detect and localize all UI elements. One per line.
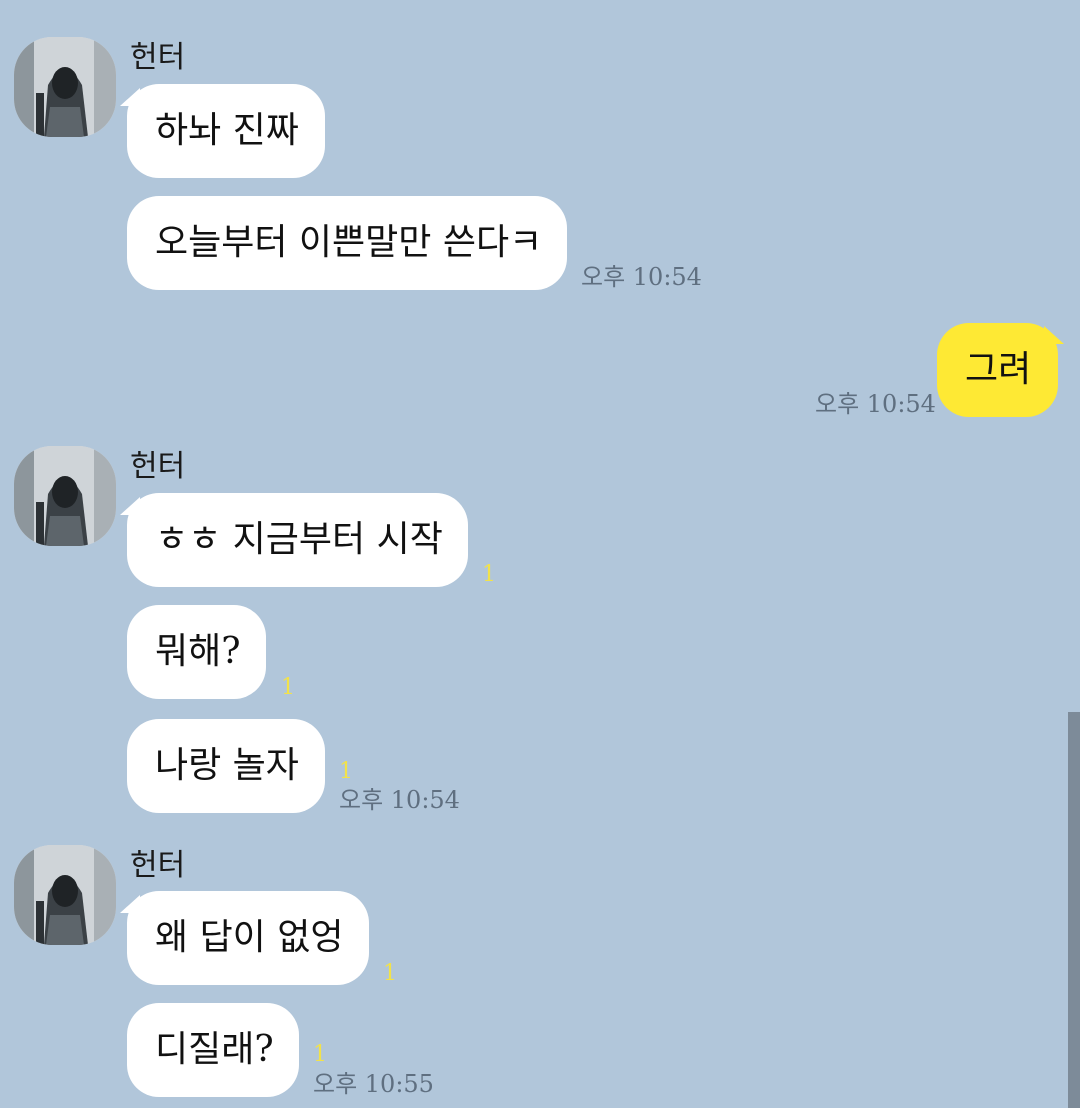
unread-count: 1 — [482, 562, 496, 587]
message-bubble[interactable]: 왜 답이 없엉 — [127, 891, 369, 985]
message-timestamp: 오후 10:54 — [815, 390, 936, 418]
message-bubble[interactable]: 나랑 놀자 — [127, 719, 325, 813]
message-bubble[interactable]: 오늘부터 이쁜말만 쓴다ㅋ — [127, 196, 567, 290]
unread-count: 1 — [281, 675, 295, 700]
sender-name: 헌터 — [130, 449, 186, 484]
sender-avatar[interactable] — [14, 37, 116, 137]
message-bubble[interactable]: 하놔 진짜 — [127, 84, 325, 178]
message-bubble[interactable]: 디질래? — [127, 1003, 299, 1097]
my-message-bubble[interactable]: 그려 — [937, 323, 1058, 417]
scrollbar[interactable] — [1068, 712, 1080, 1108]
hooded-figure-avatar-icon — [14, 845, 116, 945]
message-bubble[interactable]: ㅎㅎ 지금부터 시작 — [127, 493, 468, 587]
unread-count: 1 — [313, 1042, 327, 1067]
hooded-figure-avatar-icon — [14, 446, 116, 546]
message-bubble[interactable]: 뭐해? — [127, 605, 266, 699]
message-timestamp: 오후 10:55 — [313, 1070, 434, 1098]
unread-count: 1 — [383, 961, 397, 986]
sender-avatar[interactable] — [14, 845, 116, 945]
message-timestamp: 오후 10:54 — [581, 263, 702, 291]
unread-count: 1 — [339, 759, 353, 784]
message-timestamp: 오후 10:54 — [339, 786, 460, 814]
hooded-figure-avatar-icon — [14, 37, 116, 137]
sender-name: 헌터 — [130, 848, 186, 883]
bubble-tail — [1044, 326, 1064, 344]
sender-name: 헌터 — [130, 40, 186, 75]
sender-avatar[interactable] — [14, 446, 116, 546]
